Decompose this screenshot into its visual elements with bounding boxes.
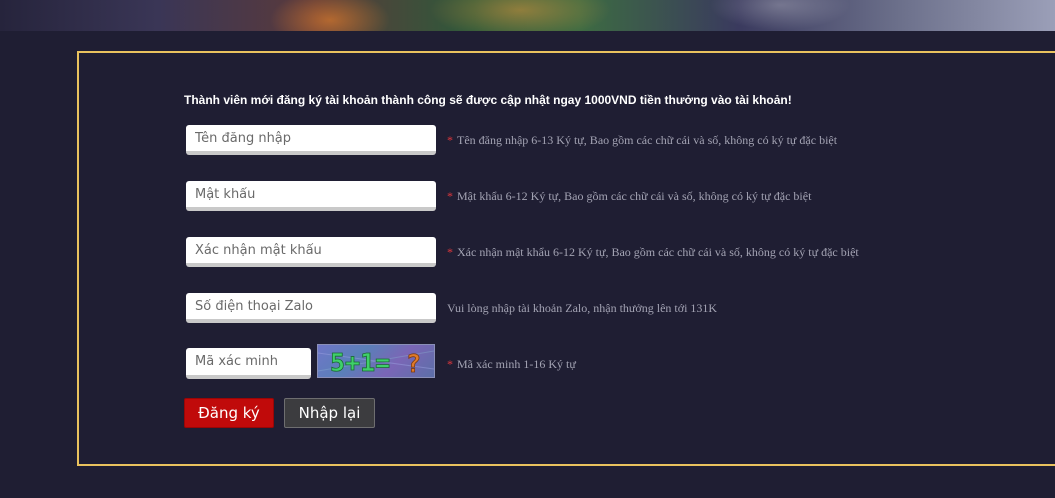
confirm-password-hint: * Xác nhận mật khẩu 6-12 Ký tự, Bao gồm c… (447, 245, 859, 260)
captcha-hint: * Mã xác minh 1-16 Ký tự (447, 357, 576, 372)
required-mark: * (447, 189, 453, 203)
zalo-phone-hint: Vui lòng nhập tài khoản Zalo, nhận thưởn… (447, 301, 718, 315)
registration-notice: Thành viên mới đăng ký tài khoản thành c… (184, 93, 792, 107)
confirm-password-input[interactable] (186, 237, 436, 267)
captcha-graphic: 5+1= ? (317, 348, 435, 378)
required-mark: * (447, 245, 453, 259)
zalo-phone-input[interactable] (186, 293, 436, 323)
captcha-image[interactable]: 5+1= ? (317, 344, 435, 378)
password-hint-text: Mật khẩu 6-12 Ký tự, Bao gồm các chữ cái… (457, 189, 812, 203)
top-banner-image (0, 0, 1055, 31)
captcha-question-mark: ? (406, 349, 421, 377)
reset-button[interactable]: Nhập lại (284, 398, 375, 428)
confirm-password-hint-text: Xác nhận mật khẩu 6-12 Ký tự, Bao gồm cá… (457, 245, 859, 259)
register-button[interactable]: Đăng ký (184, 398, 274, 428)
captcha-hint-text: Mã xác minh 1-16 Ký tự (457, 357, 576, 371)
captcha-input[interactable] (186, 348, 311, 379)
password-input[interactable] (186, 181, 436, 211)
username-hint-text: Tên đăng nhập 6-13 Ký tự, Bao gồm các ch… (457, 133, 838, 147)
username-hint: * Tên đăng nhập 6-13 Ký tự, Bao gồm các c… (447, 133, 837, 148)
required-mark: * (447, 133, 453, 147)
password-hint: * Mật khẩu 6-12 Ký tự, Bao gồm các chữ cá… (447, 189, 811, 204)
required-mark: * (447, 357, 453, 371)
username-input[interactable] (186, 125, 436, 155)
captcha-text: 5+1= (330, 348, 390, 377)
